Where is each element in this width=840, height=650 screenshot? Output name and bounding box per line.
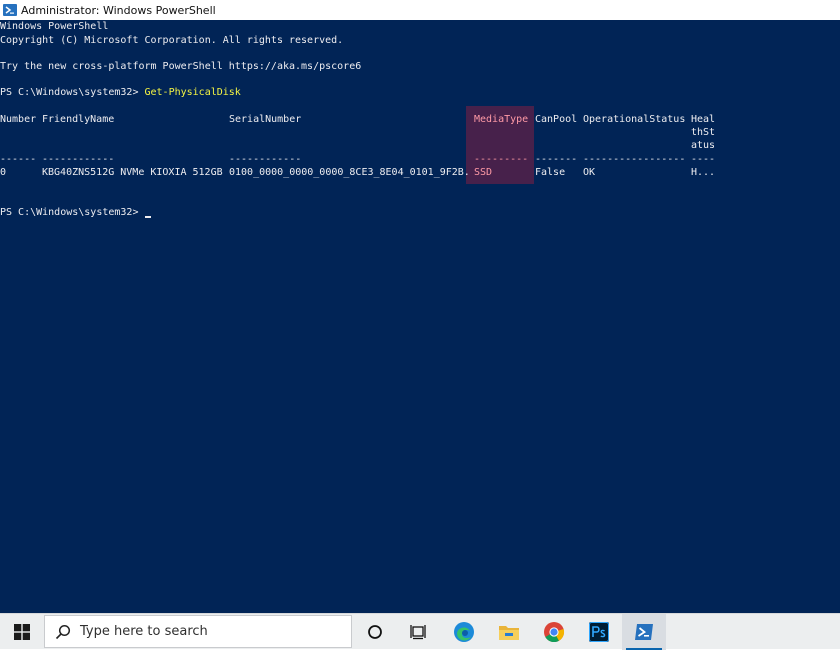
header-health-status-2: thSt: [691, 127, 716, 138]
cell-number: 0: [0, 167, 7, 178]
copyright-line: Copyright (C) Microsoft Corporation. All…: [0, 35, 344, 46]
prompt-line-2: PS C:\Windows\system32>: [0, 207, 145, 218]
header-can-pool: CanPool: [535, 114, 578, 125]
header-number: Number: [0, 114, 37, 125]
command-text: Get-PhysicalDisk: [144, 87, 241, 98]
cell-operational-status: OK: [583, 167, 596, 178]
task-view-button[interactable]: [397, 614, 441, 650]
window-title: Administrator: Windows PowerShell: [21, 3, 216, 17]
cell-serial-number: 0100_0000_0000_0000_8CE3_8E04_0101_9F2B.: [229, 167, 470, 178]
prompt-line-1: PS C:\Windows\system32> Get-PhysicalDisk: [0, 86, 241, 99]
cell-friendly-name: KBG40ZNS512G NVMe KIOXIA 512GB: [42, 167, 223, 178]
photoshop-button[interactable]: [577, 614, 621, 650]
header-health-status-3: atus: [691, 140, 716, 151]
task-view-icon: [410, 625, 426, 640]
separator-can-pool: -------: [535, 154, 578, 165]
cell-can-pool: False: [535, 167, 566, 178]
cortana-button[interactable]: [353, 614, 397, 650]
chrome-button[interactable]: [532, 614, 576, 650]
file-explorer-icon: [499, 626, 519, 640]
separator-number: ------: [0, 154, 37, 165]
cortana-icon: [368, 625, 382, 639]
header-health-status-1: Heal: [691, 114, 716, 125]
title-bar[interactable]: Administrator: Windows PowerShell: [0, 0, 840, 20]
powershell-icon: [635, 624, 653, 640]
banner-line: Windows PowerShell: [0, 21, 109, 32]
file-explorer-button[interactable]: [487, 614, 531, 650]
console-area[interactable]: Windows PowerShell Copyright (C) Microso…: [0, 20, 840, 613]
chrome-icon: [544, 622, 565, 643]
header-operational-status: OperationalStatus: [583, 114, 686, 125]
separator-health-status: ----: [691, 154, 716, 165]
separator-operational-status: -----------------: [583, 154, 686, 165]
cell-media-type: SSD: [474, 167, 493, 178]
text-cursor: [145, 216, 151, 218]
windows-start-icon: [14, 624, 30, 640]
header-media-type: MediaType: [474, 114, 529, 125]
header-friendly-name: FriendlyName: [42, 114, 115, 125]
edge-icon: [454, 622, 474, 642]
separator-friendly-name: ------------: [42, 154, 115, 165]
separator-media-type: ---------: [474, 154, 529, 165]
search-placeholder: Type here to search: [80, 624, 208, 639]
powershell-icon: [3, 4, 17, 16]
separator-serial-number: ------------: [229, 154, 302, 165]
cell-health-status: H...: [691, 167, 716, 178]
photoshop-icon: [589, 622, 609, 642]
pscore-hint-line: Try the new cross-platform PowerShell ht…: [0, 61, 362, 72]
prompt-text: PS C:\Windows\system32>: [0, 87, 145, 98]
taskbar-search-box[interactable]: Type here to search: [44, 615, 352, 648]
search-icon: [55, 624, 71, 639]
powershell-taskbar-button[interactable]: [622, 614, 666, 650]
edge-button[interactable]: [442, 614, 486, 650]
start-button[interactable]: [0, 614, 44, 650]
taskbar: Type here to search: [0, 613, 840, 650]
header-serial-number: SerialNumber: [229, 114, 302, 125]
